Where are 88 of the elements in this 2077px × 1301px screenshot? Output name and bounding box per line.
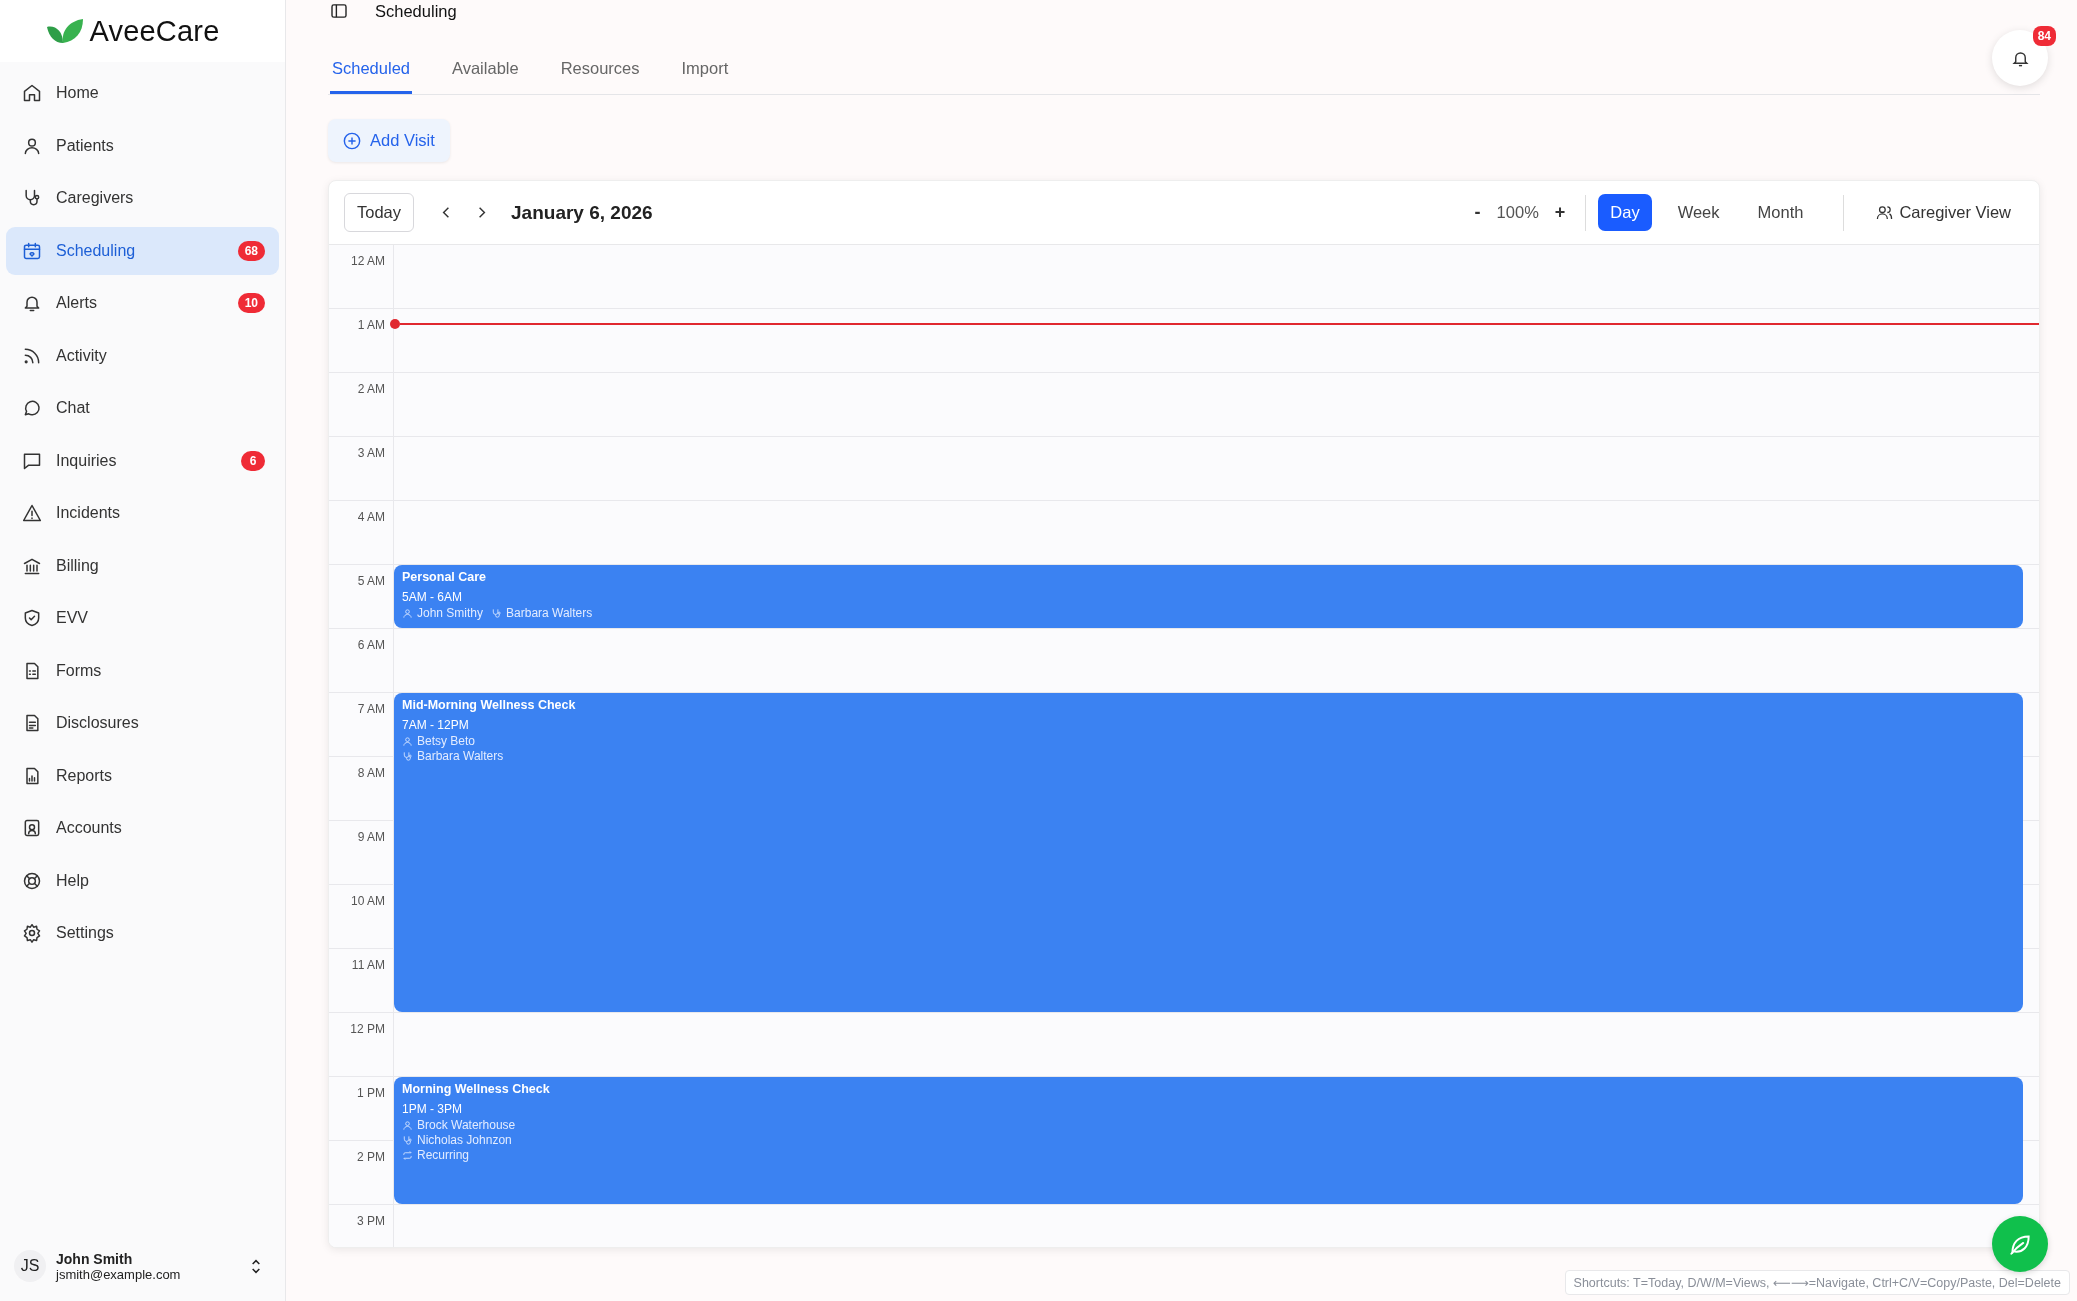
hour-label: 3 PM xyxy=(329,1205,394,1247)
sidebar-item[interactable]: Alerts 10 xyxy=(6,279,279,327)
sidebar-item[interactable]: Billing xyxy=(6,541,279,590)
shortcuts-hint: Shortcuts: T=Today, D/W/M=Views, ⟵⟶=Navigate, Ctrl+C/V=Copy/Paste, Del=Delete xyxy=(1564,1270,2070,1295)
view-button[interactable]: Day xyxy=(1598,194,1652,231)
sidebar-item[interactable]: Forms xyxy=(6,646,279,695)
caregiver-view-button[interactable]: Caregiver View xyxy=(1870,202,2017,223)
visit-detail: Brock Waterhouse xyxy=(417,1118,516,1132)
shield-check-icon xyxy=(22,608,42,628)
hour-label: 4 AM xyxy=(329,501,394,564)
visit-detail: Barbara Walters xyxy=(417,749,504,763)
visit-detail: Recurring xyxy=(417,1148,470,1162)
visit-block[interactable]: Mid-Morning Wellness Check 7AM - 12PM Betsy Beto Barbara Walters xyxy=(394,693,2023,1012)
chat-bubble-icon xyxy=(22,398,42,418)
sidebar-item[interactable]: Help xyxy=(6,856,279,905)
visit-title: Mid-Morning Wellness Check xyxy=(402,698,577,712)
plus-circle-icon xyxy=(343,131,361,150)
house-icon xyxy=(22,83,42,103)
count-badge: 10 xyxy=(237,293,265,313)
sidebar-item[interactable]: Chat xyxy=(6,384,279,432)
visit-block[interactable]: Morning Wellness Check 1PM - 3PM Brock Waterhouse Nicholas Johnzon Recurring xyxy=(394,1077,2023,1204)
sidebar-item[interactable]: Scheduling 68 xyxy=(6,226,279,275)
next-icon[interactable] xyxy=(478,206,487,219)
previous-icon[interactable] xyxy=(442,206,451,219)
visit-detail: Nicholas Johnzon xyxy=(417,1133,512,1147)
repeat-icon xyxy=(402,1149,413,1161)
hour-label: 6 AM xyxy=(329,629,394,692)
sidebar-item[interactable]: EVV xyxy=(6,594,279,642)
zoom-out-button[interactable]: - xyxy=(1468,202,1487,223)
page-title: Scheduling xyxy=(375,1,457,21)
stethoscope-icon xyxy=(402,1134,413,1146)
sidebar-item[interactable]: Caregivers xyxy=(6,174,279,222)
stethoscope-icon xyxy=(491,607,503,619)
sidebar-item[interactable]: Accounts xyxy=(6,804,279,852)
visit-title: Morning Wellness Check xyxy=(402,1082,551,1096)
visit-block[interactable]: Personal Care 5AM - 6AM John Smithy Barbara Walters xyxy=(394,565,2023,628)
sidebar-item[interactable]: Incidents xyxy=(6,489,279,537)
settings-icon xyxy=(22,923,42,943)
person-icon xyxy=(402,607,413,619)
visit-detail: John Smithy xyxy=(417,606,484,620)
view-button[interactable]: Week xyxy=(1665,194,1732,231)
sidebar-item[interactable]: Disclosures xyxy=(6,699,279,747)
logo-text: AveeCare xyxy=(89,14,220,48)
visit-time: 7AM - 12PM xyxy=(402,718,470,732)
count-badge: 68 xyxy=(237,240,265,261)
user-email: jsmith@example.com xyxy=(56,1266,182,1282)
user-name: John Smith xyxy=(56,1250,134,1267)
stethoscope-icon xyxy=(402,750,413,762)
notification-count: 84 xyxy=(2032,26,2056,46)
badge-icon xyxy=(22,818,42,838)
people-icon xyxy=(1876,204,1894,221)
calendar-icon xyxy=(22,240,42,261)
visit-detail: Betsy Beto xyxy=(417,734,476,748)
bell-icon xyxy=(22,293,42,313)
hour-label: 3 AM xyxy=(329,437,394,500)
person-icon xyxy=(402,1119,413,1131)
add-visit-button[interactable]: Add Visit xyxy=(328,119,450,162)
tab[interactable]: Import xyxy=(679,59,731,94)
tab[interactable]: Resources xyxy=(558,59,642,94)
calendar-date: January 6, 2026 xyxy=(511,201,653,224)
sidebar-item[interactable]: Reports xyxy=(6,751,279,800)
visit-detail: Barbara Walters xyxy=(506,606,593,620)
leaf-logo-icon xyxy=(45,17,86,45)
count-badge: 6 xyxy=(241,450,265,471)
tab[interactable]: Available xyxy=(450,59,521,94)
visit-time: 5AM - 6AM xyxy=(402,590,463,604)
sidebar-item[interactable]: Inquiries 6 xyxy=(6,436,279,485)
hour-label: 2 AM xyxy=(329,373,394,436)
today-button[interactable]: Today xyxy=(344,193,415,232)
hour-label: 12 AM xyxy=(329,245,394,308)
user-avatar: JS xyxy=(14,1250,46,1282)
view-button[interactable]: Month xyxy=(1745,194,1816,231)
sidebar-item[interactable]: Activity xyxy=(6,331,279,380)
zoom-level: 100% xyxy=(1496,203,1539,222)
hour-label: 12 PM xyxy=(329,1013,394,1076)
tab[interactable]: Scheduled xyxy=(330,59,412,94)
sidebar-item[interactable]: Settings xyxy=(6,909,279,957)
lifebuoy-icon xyxy=(22,870,42,891)
visit-time: 1PM - 3PM xyxy=(402,1102,463,1116)
sidebar-toggle-icon[interactable] xyxy=(331,4,347,18)
chevron-up-down-icon[interactable] xyxy=(251,1258,261,1274)
sidebar-item[interactable]: Patients xyxy=(6,121,279,170)
warning-icon xyxy=(22,503,42,523)
stethoscope-icon xyxy=(22,188,42,208)
sidebar-item[interactable]: Home xyxy=(6,69,279,117)
visit-title: Personal Care xyxy=(402,570,488,584)
person-icon xyxy=(402,735,413,747)
zoom-in-button[interactable]: + xyxy=(1548,202,1572,223)
